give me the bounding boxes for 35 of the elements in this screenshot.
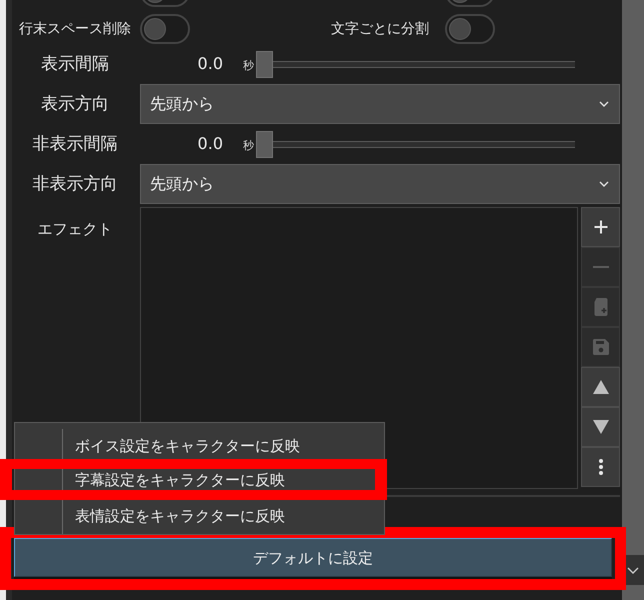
default-button[interactable]: デフォルトに設定 [14,538,612,577]
setting-label: 表示間隔 [41,53,109,75]
chevron-down-icon [599,101,609,107]
minus-icon [592,266,608,268]
scrollbar[interactable] [622,0,644,600]
dropdown[interactable]: 先頭から [140,164,620,204]
setting-label: 表示方向 [41,93,109,115]
toggle-switch[interactable] [445,14,495,44]
unit-label: 秒 [243,139,254,153]
move-down-button[interactable] [581,407,620,447]
menu-item[interactable]: 表情設定をキャラクターに反映 [15,498,384,533]
toggle-label: 行末スペース削除 [19,20,131,38]
toggle-label: 文字ごとに分割 [331,20,429,38]
slider-thumb[interactable] [256,130,273,158]
more-button[interactable] [581,447,620,487]
setting-label: エフェクト [38,219,112,239]
menu-item[interactable]: 字幕設定をキャラクターに反映 [15,469,374,490]
menu-item[interactable]: ボイス設定をキャラクターに反映 [15,428,384,463]
move-up-button[interactable] [581,367,620,407]
slider-value: 0.0 [198,134,223,154]
add-button[interactable] [581,207,620,247]
unit-label: 秒 [243,59,254,73]
setting-label: 非表示間隔 [32,133,118,155]
dropdown[interactable]: 先頭から [140,84,620,124]
slider-value: 0.0 [198,54,223,74]
triangle-down-icon [592,420,608,434]
toggle-switch[interactable] [140,14,190,44]
setting-label: 非表示方向 [32,173,118,195]
plus-icon [592,219,608,235]
chevron-down-icon [599,181,609,187]
document-plus-icon [594,298,608,316]
vertical-dots-icon [598,459,602,475]
triangle-up-icon [592,380,608,394]
chevron-down-icon [627,566,639,574]
slider-thumb[interactable] [256,50,273,78]
